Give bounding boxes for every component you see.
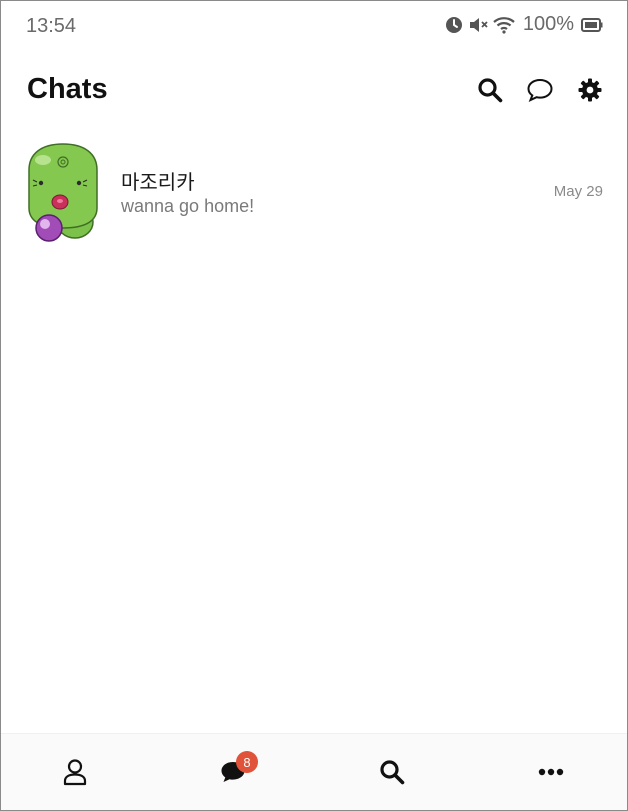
new-chat-icon bbox=[527, 78, 553, 102]
app-window: 13:54 100% Chats 마조리카 wanna go home! May… bbox=[0, 0, 628, 811]
mute-icon bbox=[468, 16, 488, 34]
search-button[interactable] bbox=[475, 75, 505, 105]
nav-chats[interactable]: 8 bbox=[213, 751, 258, 790]
search-icon bbox=[380, 760, 405, 785]
chat-name: 마조리카 bbox=[121, 172, 195, 194]
new-chat-button[interactable] bbox=[525, 75, 555, 105]
avatar bbox=[23, 140, 103, 244]
friends-icon bbox=[63, 759, 87, 786]
bottom-nav: 8 bbox=[1, 733, 627, 810]
settings-button[interactable] bbox=[575, 75, 605, 105]
battery-percent: 100% bbox=[522, 13, 574, 35]
battery-icon bbox=[581, 17, 603, 32]
green-creature-avatar bbox=[28, 143, 98, 242]
chats-header: Chats bbox=[1, 61, 627, 121]
status-icons: 100% bbox=[445, 13, 603, 36]
nav-search[interactable] bbox=[372, 754, 412, 790]
chat-list: 마조리카 wanna go home! May 29 bbox=[1, 136, 627, 246]
chats-badge: 8 bbox=[236, 751, 258, 773]
more-icon bbox=[538, 768, 564, 776]
search-icon bbox=[478, 78, 503, 103]
nav-more[interactable] bbox=[531, 754, 571, 790]
nav-friends[interactable] bbox=[55, 754, 95, 790]
header-actions bbox=[475, 75, 605, 105]
alarm-icon bbox=[445, 16, 463, 34]
wifi-icon bbox=[493, 16, 515, 34]
chat-list-item[interactable]: 마조리카 wanna go home! May 29 bbox=[1, 136, 627, 246]
status-bar: 13:54 100% bbox=[1, 1, 627, 51]
chat-date: May 29 bbox=[553, 183, 603, 200]
page-title: Chats bbox=[27, 73, 108, 105]
settings-icon bbox=[578, 78, 602, 102]
status-time: 13:54 bbox=[26, 15, 77, 37]
chat-preview: wanna go home! bbox=[121, 196, 255, 216]
